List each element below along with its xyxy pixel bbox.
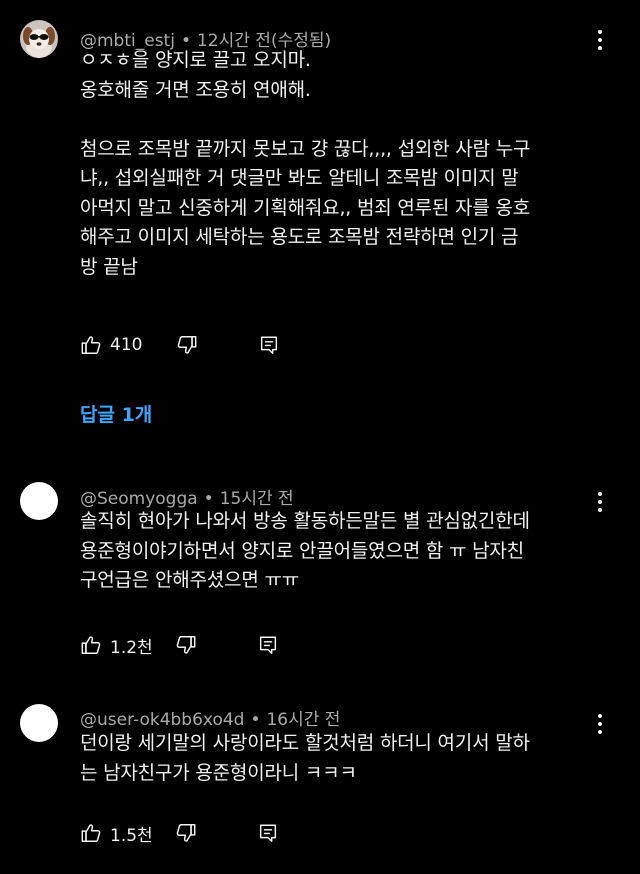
comment-text: ㅇㅈㅎ을 양지로 끌고 오지마. 옹호해줄 거면 조용히 연애해. 첨으로 조목… — [80, 49, 531, 278]
avatar-dog[interactable] — [20, 20, 58, 58]
avatar[interactable] — [20, 482, 58, 520]
like-count: 1.5천 — [110, 825, 153, 846]
comment-text: 솔직히 현아가 나와서 방송 활동하든말든 별 관심없긴한데 용준형이야기하면서… — [80, 510, 530, 591]
meta-separator: • — [203, 489, 214, 509]
meta-separator: • — [250, 710, 261, 730]
comment-meta: @user-ok4bb6xo4d • 16시간 전 — [80, 705, 340, 730]
thumbs-up-icon[interactable] — [80, 822, 102, 844]
comment-meta: @Seomyogga • 15시간 전 — [80, 484, 294, 509]
like-count: 410 — [110, 335, 143, 355]
dog-avatar-image — [20, 20, 58, 58]
thumbs-up-icon[interactable] — [80, 634, 102, 656]
thumbs-down-icon[interactable] — [175, 822, 197, 844]
thumbs-down-icon[interactable] — [176, 334, 198, 356]
comment-text: 던이랑 세기말의 사랑이라도 할것처럼 하더니 여기서 말하 는 남자친구가 용… — [80, 732, 530, 784]
view-replies-button[interactable]: 답글 1개 — [80, 400, 152, 427]
comment-actions: 1.5천 — [80, 820, 279, 846]
reply-icon[interactable] — [257, 634, 279, 656]
comment-actions: 1.2천 — [80, 632, 279, 658]
comment-author[interactable]: @user-ok4bb6xo4d — [80, 710, 244, 730]
comment-author[interactable]: @Seomyogga — [80, 489, 198, 509]
reply-icon[interactable] — [258, 334, 280, 356]
thumbs-up-icon[interactable] — [80, 334, 102, 356]
reply-icon[interactable] — [257, 822, 279, 844]
comment-time[interactable]: 15시간 전 — [220, 489, 294, 509]
thumbs-down-icon[interactable] — [175, 634, 197, 656]
comment-actions: 410 — [80, 332, 280, 358]
avatar[interactable] — [20, 704, 58, 742]
like-count: 1.2천 — [110, 637, 153, 658]
comment-time[interactable]: 16시간 전 — [266, 710, 340, 730]
